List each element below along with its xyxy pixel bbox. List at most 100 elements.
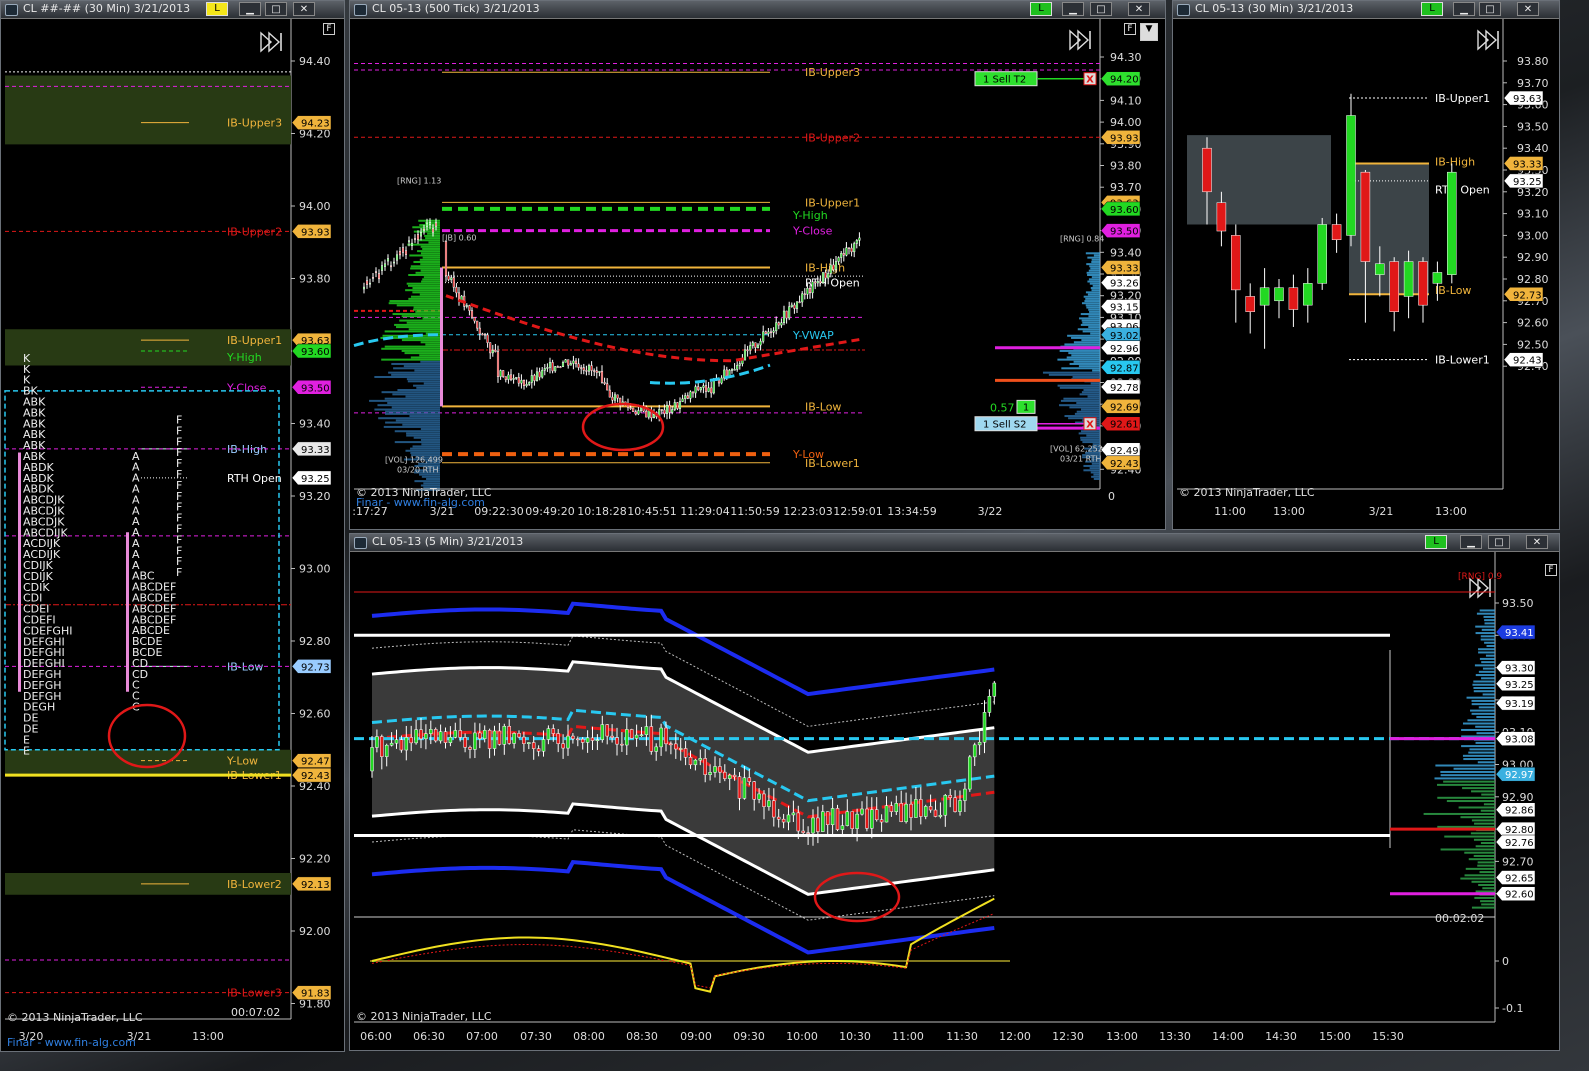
- volume-profile-bar: [405, 395, 440, 398]
- chart-canvas[interactable]: 94.4094.2094.0093.8093.6093.4093.2093.00…: [1, 19, 344, 1052]
- 5min-candle: [879, 819, 884, 823]
- volume-profile-bar: [1090, 332, 1100, 335]
- volume-profile-bar: [1484, 641, 1495, 644]
- level-label: IB-Upper3: [227, 117, 282, 130]
- volume-profile-bar: [405, 449, 440, 452]
- 5min-candle: [840, 825, 845, 830]
- window-titlebar[interactable]: CL 05-13 (5 Min) 3/21/2013 L ▁ □ ✕: [350, 534, 1559, 552]
- maximize-icon[interactable]: □: [1090, 2, 1112, 16]
- tick-candle: [746, 349, 749, 352]
- close-icon[interactable]: ✕: [293, 2, 315, 16]
- volume-profile-bar: [393, 367, 440, 370]
- volume-profile-bar: [369, 399, 440, 402]
- minimize-icon[interactable]: ▁: [1460, 535, 1482, 549]
- maximize-icon[interactable]: □: [1479, 2, 1501, 16]
- price-flag: 92.76: [1505, 838, 1534, 849]
- tick-candle: [816, 281, 819, 284]
- minimize-icon[interactable]: ▁: [1453, 2, 1475, 16]
- link-button[interactable]: L: [206, 2, 228, 16]
- maximize-icon[interactable]: □: [1488, 535, 1510, 549]
- tick-candle: [408, 240, 410, 243]
- close-icon[interactable]: ✕: [1526, 535, 1548, 549]
- volume-profile-bar: [1079, 317, 1100, 320]
- tick-candle: [814, 281, 817, 284]
- volume-profile-bar: [417, 250, 440, 253]
- finar-link[interactable]: Finar - www.fin-alg.com: [7, 1036, 136, 1049]
- level-label: IB-Low: [1435, 284, 1471, 297]
- volume-profile-bar: [408, 274, 440, 276]
- 5min-candle: [742, 777, 747, 799]
- chart-window-cl-30min-profile[interactable]: CL ##-## (30 Min) 3/21/2013 L ▁ □ ✕ F 94…: [0, 0, 345, 1052]
- tick-candle: [580, 367, 583, 369]
- volume-profile-bar: [401, 349, 440, 352]
- chart-canvas[interactable]: 93.8093.7093.6093.5093.4093.3093.2093.10…: [1173, 19, 1559, 530]
- 5min-candle: [507, 726, 511, 744]
- volume-profile-bar: [1464, 874, 1495, 877]
- tick-candle: [730, 369, 734, 371]
- tick-candle: [684, 395, 687, 400]
- 5min-candle: [468, 747, 472, 750]
- tick-candle: [629, 407, 632, 409]
- volume-profile-bar: [1469, 748, 1495, 751]
- 5min-candle: [644, 726, 649, 735]
- tick-candle: [808, 288, 812, 294]
- volume-profile-bar: [1082, 321, 1100, 324]
- 5min-candle: [987, 695, 992, 713]
- chart-window-cl-500tick[interactable]: CL 05-13 (500 Tick) 3/21/2013 L ▁ □ ✕ F …: [349, 0, 1166, 530]
- volume-profile-bar: [1435, 764, 1495, 767]
- window-titlebar[interactable]: CL ##-## (30 Min) 3/21/2013 L ▁ □ ✕: [1, 1, 344, 19]
- volume-profile-bar: [1482, 693, 1495, 696]
- tick-candle: [793, 304, 796, 309]
- volume-profile-bar: [1091, 260, 1100, 263]
- volume-profile-bar: [425, 343, 440, 346]
- volume-profile-bar: [1086, 434, 1100, 437]
- volume-profile-bar: [414, 480, 440, 483]
- tick-candle: [494, 349, 497, 352]
- link-button[interactable]: L: [1425, 535, 1447, 549]
- volume-profile-bar: [1462, 754, 1495, 757]
- close-icon[interactable]: ✕: [1517, 2, 1539, 16]
- volume-profile-bar: [1476, 612, 1495, 615]
- level-label: IB-Upper2: [227, 225, 282, 238]
- time-tick-label: 10:00: [786, 1030, 818, 1043]
- chart-window-cl-5min[interactable]: CL 05-13 (5 Min) 3/21/2013 L ▁ □ ✕ F 93.…: [349, 533, 1560, 1051]
- tpo-value-bar: [18, 452, 21, 692]
- finar-link[interactable]: Finar - www.fin-alg.com: [356, 496, 485, 509]
- price-flag: 93.60: [1110, 205, 1139, 216]
- level-label: IB-Upper2: [805, 131, 860, 144]
- volume-profile-bar: [409, 254, 440, 257]
- chart-canvas[interactable]: 93.5093.4093.3093.2093.1093.0092.9092.80…: [350, 552, 1559, 1051]
- window-titlebar[interactable]: CL 05-13 (500 Tick) 3/21/2013 L ▁ □ ✕: [350, 1, 1165, 19]
- time-tick-label: 11:50:59: [730, 505, 779, 518]
- volume-profile-bar: [1091, 258, 1100, 261]
- tick-candle: [554, 366, 557, 372]
- tick-candle: [598, 370, 601, 373]
- window-title: CL 05-13 (30 Min) 3/21/2013: [1195, 2, 1354, 15]
- volume-profile-bar: [1437, 796, 1495, 799]
- tick-candle: [790, 304, 793, 307]
- minimize-icon[interactable]: ▁: [1062, 2, 1084, 16]
- range-label: [RNG] 0.84: [1060, 234, 1104, 243]
- volume-profile-bar: [1458, 806, 1495, 809]
- time-tick-label: 12:30: [1052, 1030, 1084, 1043]
- price-flag: 92.43: [1513, 356, 1542, 367]
- maximize-icon[interactable]: □: [265, 2, 287, 16]
- price-flag: 93.41: [1505, 628, 1534, 639]
- close-icon[interactable]: ✕: [1128, 2, 1150, 16]
- chart-canvas[interactable]: 94.3094.2094.1094.0093.9093.8093.7093.60…: [350, 19, 1165, 530]
- tick-candle: [473, 317, 476, 322]
- link-button[interactable]: L: [1030, 2, 1052, 16]
- link-button[interactable]: L: [1421, 2, 1443, 16]
- 5min-candle: [688, 757, 693, 766]
- level-label: Y-High: [226, 351, 262, 364]
- minimize-icon[interactable]: ▁: [239, 2, 261, 16]
- volume-profile-bar: [1086, 306, 1100, 309]
- tick-candle: [686, 395, 689, 399]
- tick-candle: [417, 234, 419, 240]
- volume-profile-bar: [1486, 644, 1495, 647]
- tick-candle: [681, 398, 684, 402]
- volume-profile-bar: [1072, 375, 1100, 378]
- chart-window-cl-30min[interactable]: CL 05-13 (30 Min) 3/21/2013 L ▁ □ ✕ 93.8…: [1172, 0, 1560, 530]
- time-tick-label: 3/21: [1369, 505, 1394, 518]
- window-titlebar[interactable]: CL 05-13 (30 Min) 3/21/2013 L ▁ □ ✕: [1173, 1, 1559, 19]
